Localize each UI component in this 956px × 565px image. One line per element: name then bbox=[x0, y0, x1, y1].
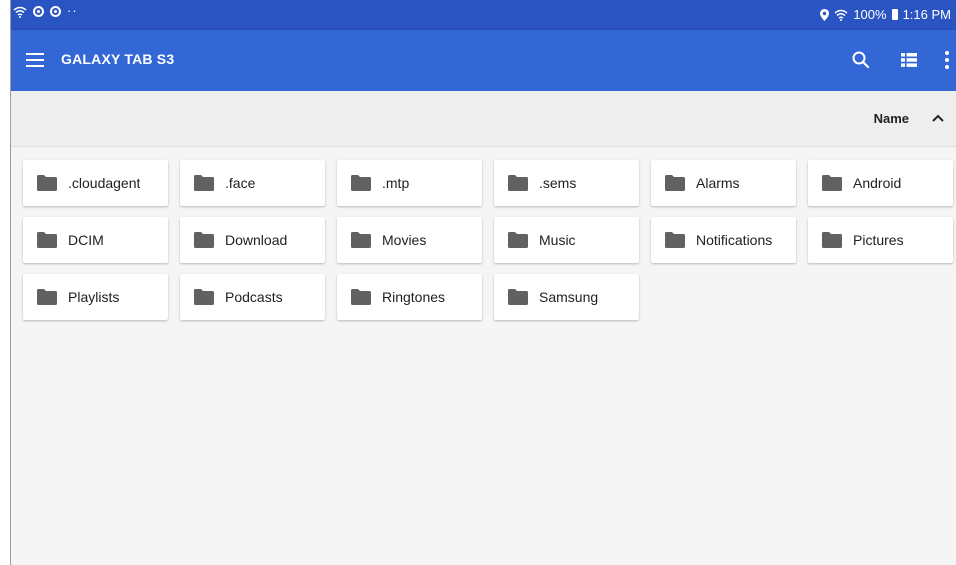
folder-name: Android bbox=[853, 175, 902, 191]
folder-icon bbox=[351, 175, 371, 191]
folder-name: .face bbox=[225, 175, 256, 191]
folder-item[interactable]: Ringtones bbox=[337, 274, 482, 320]
battery-percent: 100% bbox=[853, 7, 887, 22]
more-notifications-dots: ·· bbox=[67, 3, 78, 18]
status-bar: ·· 100% 1:16 PM bbox=[11, 0, 956, 30]
folder-name: DCIM bbox=[68, 232, 104, 248]
folder-item[interactable]: .cloudagent bbox=[23, 160, 168, 206]
clock: 1:16 PM bbox=[902, 7, 951, 22]
folder-name: .sems bbox=[539, 175, 577, 191]
sort-by-name-button[interactable]: Name bbox=[874, 111, 909, 126]
folder-item[interactable]: Playlists bbox=[23, 274, 168, 320]
folder-item[interactable]: Samsung bbox=[494, 274, 639, 320]
folder-icon bbox=[194, 232, 214, 248]
app-bar: GALAXY TAB S3 bbox=[11, 30, 956, 91]
folder-item[interactable]: DCIM bbox=[23, 217, 168, 263]
folder-name: Playlists bbox=[68, 289, 120, 305]
folder-grid: .cloudagent .face .mtp .sems Alarms Andr… bbox=[23, 160, 953, 320]
folder-name: Samsung bbox=[539, 289, 599, 305]
folder-icon bbox=[194, 175, 214, 191]
status-notifications: ·· bbox=[13, 3, 78, 18]
folder-item[interactable]: .face bbox=[180, 160, 325, 206]
folder-name: Pictures bbox=[853, 232, 904, 248]
folder-name: Podcasts bbox=[225, 289, 283, 305]
folder-icon bbox=[665, 175, 685, 191]
wifi-icon bbox=[13, 6, 27, 18]
folder-icon bbox=[665, 232, 685, 248]
more-vert-icon[interactable] bbox=[941, 48, 956, 72]
folder-item[interactable]: Movies bbox=[337, 217, 482, 263]
folder-icon bbox=[508, 175, 528, 191]
location-icon bbox=[820, 8, 830, 21]
list-view-icon[interactable] bbox=[897, 48, 921, 72]
folder-item[interactable]: Music bbox=[494, 217, 639, 263]
chevron-up-icon[interactable] bbox=[931, 111, 945, 125]
folder-item[interactable]: Pictures bbox=[808, 217, 953, 263]
folder-item[interactable]: Download bbox=[180, 217, 325, 263]
battery-icon bbox=[891, 9, 898, 20]
page-title: GALAXY TAB S3 bbox=[61, 51, 175, 67]
folder-name: Movies bbox=[382, 232, 427, 248]
folder-item[interactable]: Podcasts bbox=[180, 274, 325, 320]
folder-icon bbox=[508, 232, 528, 248]
folder-name: Download bbox=[225, 232, 288, 248]
folder-name: Alarms bbox=[696, 175, 740, 191]
status-system: 100% 1:16 PM bbox=[820, 7, 951, 22]
search-icon[interactable] bbox=[849, 48, 873, 72]
folder-icon bbox=[37, 289, 57, 305]
target-icon bbox=[50, 6, 61, 17]
folder-item[interactable]: Alarms bbox=[651, 160, 796, 206]
folder-icon bbox=[37, 232, 57, 248]
folder-icon bbox=[351, 232, 371, 248]
folder-icon bbox=[351, 289, 371, 305]
target-icon bbox=[33, 6, 44, 17]
folder-name: Notifications bbox=[696, 232, 773, 248]
folder-icon bbox=[508, 289, 528, 305]
folder-icon bbox=[822, 175, 842, 191]
wifi-icon bbox=[834, 9, 848, 21]
device-screen: ·· 100% 1:16 PM GALAXY TAB S3 Name .clou… bbox=[10, 0, 956, 565]
folder-item[interactable]: Notifications bbox=[651, 217, 796, 263]
folder-name: .mtp bbox=[382, 175, 410, 191]
folder-name: .cloudagent bbox=[68, 175, 141, 191]
folder-icon bbox=[37, 175, 57, 191]
folder-item[interactable]: .sems bbox=[494, 160, 639, 206]
sort-bar: Name bbox=[11, 91, 956, 147]
folder-item[interactable]: .mtp bbox=[337, 160, 482, 206]
folder-icon bbox=[822, 232, 842, 248]
folder-name: Ringtones bbox=[382, 289, 446, 305]
folder-name: Music bbox=[539, 232, 576, 248]
folder-icon bbox=[194, 289, 214, 305]
menu-icon[interactable] bbox=[26, 53, 44, 67]
folder-item[interactable]: Android bbox=[808, 160, 953, 206]
